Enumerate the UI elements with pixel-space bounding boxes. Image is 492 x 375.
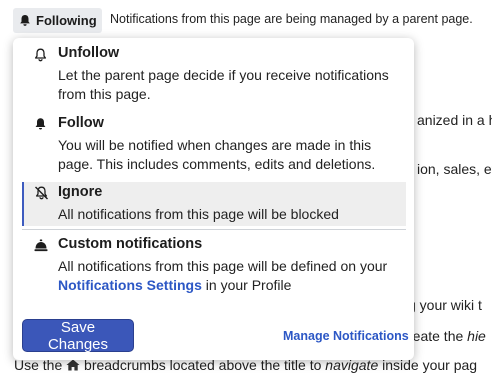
parent-managed-note: Notifications from this page are being m… [110,12,473,26]
notifications-settings-link[interactable]: Notifications Settings [58,277,202,293]
background-text-line: reate the hie [408,328,486,344]
option-ignore[interactable]: Ignore All notifications from this page … [22,182,406,226]
notification-settings-dropdown: Unfollow Let the parent page decide if y… [13,38,414,360]
option-unfollow[interactable]: Unfollow Let the parent page decide if y… [22,43,406,110]
option-description: Let the parent page decide if you receiv… [58,67,389,102]
background-text-line: g your wiki t [408,297,482,313]
bell-outline-icon [34,48,47,62]
option-title: Follow [58,115,104,131]
option-custom-notifications[interactable]: Custom notifications All notifications f… [22,234,406,298]
option-follow[interactable]: Follow You will be notified when changes… [22,111,406,178]
option-description: All notifications from this page will be… [58,258,388,293]
bell-filled-icon [19,14,31,27]
bell-slash-icon [34,186,49,200]
option-title: Ignore [58,184,103,200]
bell-filled-icon [34,117,47,131]
save-changes-button[interactable]: Save Changes [22,319,134,353]
option-description: All notifications from this page will be… [58,206,339,222]
option-description: You will be notified when changes are ma… [58,137,376,172]
following-button[interactable]: Following [13,8,102,33]
manage-notifications-link[interactable]: Manage Notifications [283,329,409,343]
concierge-bell-icon [34,239,48,252]
following-button-label: Following [36,13,97,28]
option-title: Custom notifications [58,236,203,252]
option-title: Unfollow [58,45,120,61]
background-text-line: anized in a h [417,112,492,128]
divider [22,229,406,230]
background-text-line: ion, sales, et [417,161,492,177]
